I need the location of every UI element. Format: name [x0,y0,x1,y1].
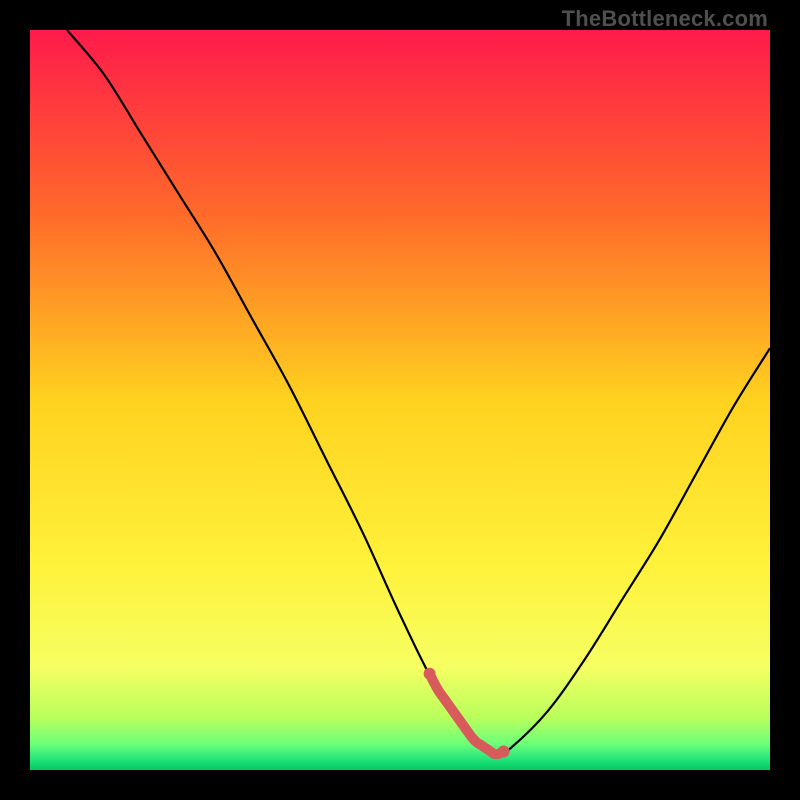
bottleneck-chart [30,30,770,770]
optimal-range-start-dot [424,668,436,680]
watermark-text: TheBottleneck.com [562,6,768,32]
chart-frame: TheBottleneck.com [0,0,800,800]
gradient-background [30,30,770,770]
optimal-range-end-dot [498,746,510,758]
